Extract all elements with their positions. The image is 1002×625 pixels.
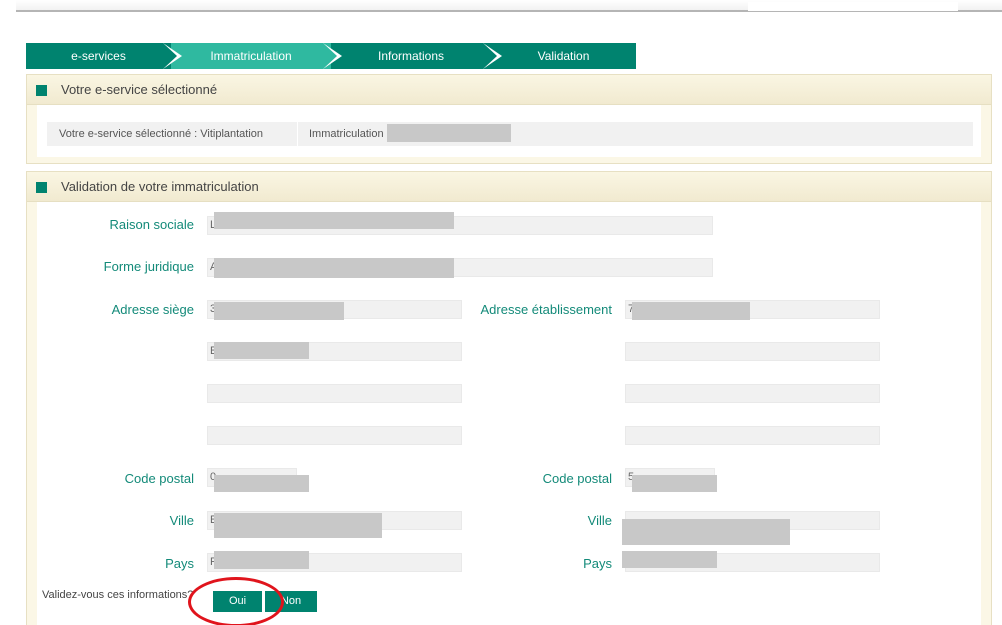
no-button[interactable]: Non xyxy=(265,591,317,612)
yes-button[interactable]: Oui xyxy=(213,591,262,612)
confirmation-question: Validez-vous ces informations? xyxy=(42,589,194,601)
panel-title: Validation de votre immatriculation xyxy=(61,179,259,194)
code-postal-siege-label: Code postal xyxy=(124,471,194,486)
panel-header: Validation de votre immatriculation xyxy=(27,172,991,202)
redaction-mask xyxy=(214,513,382,538)
selected-service-panel: Votre e-service sélectionné Votre e-serv… xyxy=(26,74,992,164)
adresse-etablissement-line3[interactable] xyxy=(625,384,880,403)
panel-header: Votre e-service sélectionné xyxy=(27,75,991,105)
adresse-siege-label: Adresse siège xyxy=(111,302,194,317)
adresse-etablissement-line2[interactable] xyxy=(625,342,880,361)
redaction-mask xyxy=(214,212,454,229)
adresse-etablissement-line4[interactable] xyxy=(625,426,880,445)
square-bullet-icon xyxy=(36,85,47,96)
adresse-etablissement-label: Adresse établissement xyxy=(480,302,612,317)
adresse-siege-line4[interactable] xyxy=(207,426,462,445)
redaction-mask xyxy=(214,551,309,569)
redaction-mask xyxy=(632,475,717,492)
ville-siege-label: Ville xyxy=(169,513,194,528)
step-validation[interactable]: Validation xyxy=(491,43,636,69)
pays-siege-label: Pays xyxy=(165,556,194,571)
ville-etablissement-label: Ville xyxy=(587,513,612,528)
raison-sociale-label: Raison sociale xyxy=(109,217,194,232)
adresse-siege-line3[interactable] xyxy=(207,384,462,403)
step-e-services[interactable]: e-services xyxy=(26,43,171,69)
forme-juridique-label: Forme juridique xyxy=(103,259,194,274)
service-label: Votre e-service sélectionné : Vitiplanta… xyxy=(59,128,264,140)
browser-top-bar xyxy=(16,0,1002,12)
redaction-mask xyxy=(632,302,750,320)
redaction-mask xyxy=(622,519,790,545)
redaction-mask xyxy=(622,551,717,568)
redaction-mask xyxy=(214,258,454,278)
redaction-mask xyxy=(214,475,309,492)
panel-title: Votre e-service sélectionné xyxy=(61,82,218,97)
step-informations[interactable]: Informations xyxy=(331,43,491,69)
square-bullet-icon xyxy=(36,182,47,193)
selected-service-row: Votre e-service sélectionné : Vitiplanta… xyxy=(47,122,973,146)
redaction-mask xyxy=(214,342,309,359)
redaction-mask xyxy=(214,302,344,320)
redaction-mask xyxy=(387,124,511,142)
code-postal-etablissement-label: Code postal xyxy=(542,471,612,486)
step-immatriculation[interactable]: Immatriculation xyxy=(171,43,331,69)
pays-etablissement-label: Pays xyxy=(583,556,612,571)
wizard-steps: e-services Immatriculation Informations … xyxy=(26,43,636,69)
